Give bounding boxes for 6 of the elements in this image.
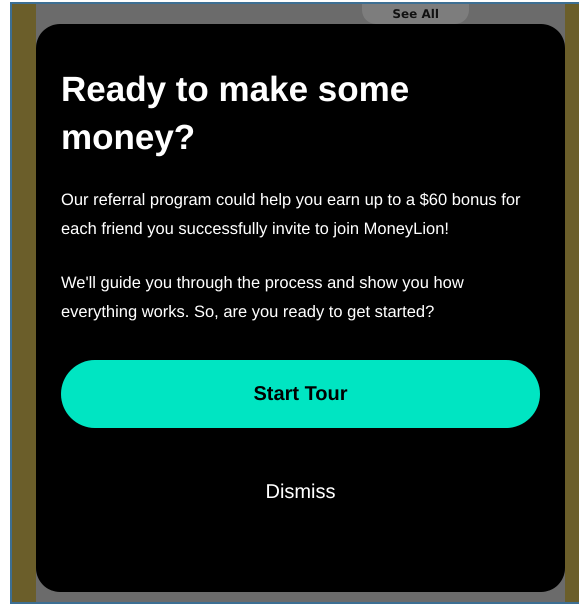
modal-title: Ready to make some money? xyxy=(61,69,410,159)
start-tour-button[interactable]: Start Tour xyxy=(61,360,540,428)
body-text: Our referral program could help you earn up to a $60 bonus for each friend you successfully invite to join MoneyLion! xyxy=(61,190,522,240)
body-text: We'll guide you through the process and show you how everything works. So, are you ready to get started? xyxy=(61,273,465,323)
see-all-link[interactable]: See All xyxy=(362,4,469,24)
dismiss-button[interactable]: Dismiss xyxy=(254,472,348,512)
